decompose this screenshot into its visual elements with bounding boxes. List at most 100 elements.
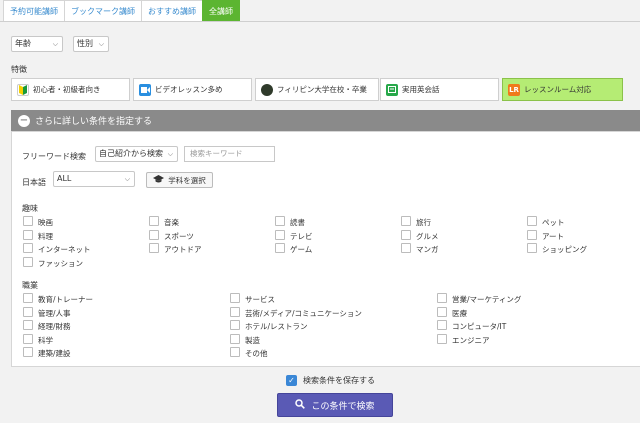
feature-practical-english-label: 実用英会話 [402,85,440,94]
tab-recommended-tutors[interactable]: おすすめ講師 [141,0,203,21]
hobby-checkbox[interactable] [527,229,537,240]
gender-select-value: 性別 [77,39,93,48]
tab-all-tutors[interactable]: 全講師 [202,0,240,21]
hobby-checkbox[interactable] [23,256,33,267]
tab-bookmarked-tutors[interactable]: ブックマーク講師 [64,0,142,21]
job-label: 製造 [245,335,260,345]
feature-beginner-label: 初心者・初級者向き [33,85,101,94]
jobs-heading: 職業 [22,281,38,290]
hobby-checkbox[interactable] [527,243,537,253]
hobby-label: アート [542,231,565,241]
job-checkbox[interactable] [23,306,33,317]
chevron-down-icon: ⌵ [52,40,58,48]
hobby-checkbox[interactable] [149,243,159,253]
save-conditions-label: 検索条件を保存する [303,376,375,385]
feature-video-lessons-label: ビデオレッスン多め [155,85,223,94]
hobby-label: テレビ [290,231,313,241]
hobby-label: 旅行 [416,218,431,227]
hobby-label: 映画 [38,218,53,227]
japanese-level-value: ALL [57,174,72,183]
hobby-checkbox[interactable] [275,243,285,253]
hobby-label: インターネット [38,245,91,254]
hobby-label: 読書 [290,218,305,227]
video-camera-icon [139,83,151,96]
hobby-checkbox[interactable] [275,216,285,226]
hobbies-heading: 趣味 [22,204,38,213]
job-checkbox[interactable] [230,306,240,317]
chevron-down-icon: ⌵ [167,150,173,158]
beginner-mark-icon [17,83,29,96]
job-checkbox[interactable] [437,293,447,303]
hobby-label: ファッション [38,258,83,268]
feature-video-lessons[interactable]: ビデオレッスン多め [133,78,252,101]
conversation-icon [386,83,398,96]
hobby-checkbox[interactable] [23,243,33,253]
select-subject-label: 学科を選択 [168,175,206,185]
job-label: ホテル/レストラン [245,322,308,331]
job-checkbox[interactable] [437,320,447,330]
advanced-conditions-label: さらに詳しい条件を指定する [35,117,153,127]
job-label: 営業/マーケティング [452,295,522,304]
feature-lesson-room-label: レッスンルーム対応 [524,85,592,94]
job-checkbox[interactable] [230,333,240,344]
hobby-label: スポーツ [164,231,194,241]
tutor-tabs: 予約可能講師 ブックマーク講師 おすすめ講師 全講師 [3,0,240,21]
job-label: 管理/人事 [38,308,71,318]
hobby-label: グルメ [416,231,439,241]
tab-divider [0,21,640,22]
hobby-checkbox[interactable] [23,229,33,240]
job-label: サービス [245,295,275,304]
hobby-checkbox[interactable] [275,229,285,240]
chevron-down-icon: ⌵ [124,175,130,183]
hobby-checkbox[interactable] [401,216,411,226]
hobby-label: アウトドア [164,245,202,254]
job-label: 経理/財務 [38,322,71,331]
hobby-checkbox[interactable] [149,216,159,226]
age-select-value: 年齢 [15,39,31,48]
feature-beginner[interactable]: 初心者・初級者向き [11,78,130,101]
job-label: 教育/トレーナー [38,295,94,304]
save-conditions-checkbox[interactable]: ✓ [286,375,297,386]
hobby-label: ショッピング [542,245,587,254]
hobby-checkbox[interactable] [149,229,159,240]
hobby-checkbox[interactable] [23,216,33,226]
hobby-checkbox[interactable] [401,229,411,240]
japanese-level-select[interactable]: ALL ⌵ [53,171,135,187]
job-label: エンジニア [452,335,490,345]
job-checkbox[interactable] [23,293,33,303]
feature-philippine-university[interactable]: フィリピン大学在校・卒業 [255,78,379,101]
gender-select[interactable]: 性別 ⌵ [73,36,109,52]
job-label: コンピュータ/IT [452,322,507,331]
job-checkbox[interactable] [230,320,240,330]
search-button[interactable]: この条件で検索 [277,393,393,417]
features-heading: 特徴 [11,65,27,74]
lesson-room-icon: LR [508,83,520,96]
select-subject-button[interactable]: 学科を選択 [146,172,213,188]
hobby-label: 音楽 [164,218,179,227]
minus-circle-icon: − [18,114,30,127]
job-label: 医療 [452,308,467,318]
hobby-label: マンガ [416,245,439,254]
job-label: 芸術/メディア/コミュニケーション [245,308,362,318]
advanced-conditions-toggle[interactable]: − さらに詳しい条件を指定する [11,110,640,131]
job-checkbox[interactable] [23,320,33,330]
job-checkbox[interactable] [230,347,240,357]
keyword-input[interactable]: 検索キーワード [184,146,275,162]
hobby-checkbox[interactable] [527,216,537,226]
job-checkbox[interactable] [230,293,240,303]
job-checkbox[interactable] [23,333,33,344]
hobby-label: 料理 [38,231,53,241]
age-select[interactable]: 年齢 ⌵ [11,36,63,52]
hobby-label: ペット [542,218,565,227]
search-icon [295,398,306,412]
job-checkbox[interactable] [437,333,447,344]
job-checkbox[interactable] [23,347,33,357]
keyword-scope-select[interactable]: 自己紹介から検索 ⌵ [95,146,178,162]
hobby-checkbox[interactable] [401,243,411,253]
feature-practical-english[interactable]: 実用英会話 [380,78,499,101]
keyword-scope-value: 自己紹介から検索 [99,149,163,158]
keyword-label: フリーワード検索 [22,152,86,161]
feature-lesson-room[interactable]: LR レッスンルーム対応 [502,78,623,101]
tab-available-tutors[interactable]: 予約可能講師 [3,0,65,21]
job-checkbox[interactable] [437,306,447,317]
